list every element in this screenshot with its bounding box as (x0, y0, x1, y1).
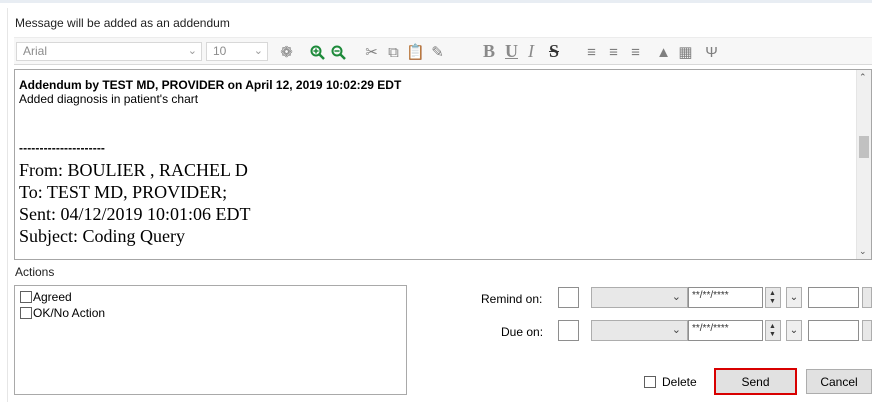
action-label: Agreed (33, 290, 72, 304)
italic-button[interactable]: I (528, 41, 534, 62)
strikethrough-button[interactable]: S (549, 41, 559, 62)
remind-checkbox[interactable] (558, 287, 579, 308)
addendum-header-line: Addendum by TEST MD, PROVIDER on April 1… (19, 78, 402, 92)
ok-no-action-checkbox[interactable] (20, 307, 32, 319)
cut-icon[interactable]: ✂ (362, 42, 381, 62)
due-time-input[interactable] (808, 320, 859, 341)
font-size-value: 10 (213, 44, 227, 58)
due-time-spinner[interactable] (862, 320, 872, 341)
due-date-input[interactable]: **/**/**** (688, 320, 763, 341)
scrollbar-thumb[interactable] (859, 136, 869, 158)
zoom-out-icon[interactable] (329, 42, 348, 62)
font-family-value: Arial (23, 44, 48, 58)
zoom-in-icon[interactable] (308, 42, 327, 62)
due-checkbox[interactable] (558, 320, 579, 341)
sent-line: Sent: 04/12/2019 10:01:06 EDT (19, 204, 251, 224)
chevron-down-icon: ⌄ (671, 291, 681, 303)
due-calendar-dropdown[interactable]: ⌄ (786, 320, 802, 341)
underline-button[interactable]: U (505, 41, 518, 62)
font-size-select[interactable]: 10 ⌄ (206, 42, 268, 61)
chevron-down-icon: ⌄ (253, 45, 263, 57)
to-line: To: TEST MD, PROVIDER; (19, 182, 228, 202)
due-select[interactable]: ⌄ (591, 320, 688, 341)
scroll-down-icon[interactable]: ⌄ (859, 246, 867, 257)
separator-line: --------------------- (19, 141, 106, 155)
actions-label: Actions (15, 265, 55, 279)
due-date-spinner[interactable]: ▲ ▼ (765, 320, 781, 341)
highlighter-icon[interactable]: ✎ (428, 42, 447, 62)
scroll-up-icon[interactable]: ⌃ (859, 72, 867, 83)
delete-option[interactable]: Delete (644, 375, 697, 389)
remind-on-label: Remind on: (481, 292, 543, 306)
top-border (0, 0, 872, 3)
chevron-down-icon: ⌄ (187, 45, 197, 57)
delete-checkbox[interactable] (644, 376, 656, 388)
send-button[interactable]: Send (714, 368, 797, 395)
remind-calendar-dropdown[interactable]: ⌄ (786, 287, 802, 308)
font-family-select[interactable]: Arial ⌄ (16, 42, 202, 61)
remind-time-spinner[interactable] (862, 287, 872, 308)
editor-scrollbar[interactable]: ⌃ ⌄ (856, 70, 871, 259)
editor-toolbar: Arial ⌄ 10 ⌄ ❁ ✂ ⧉ 📋 ✎ B U I S ≡ ≡ ≡ ▲ ▦… (14, 37, 872, 65)
bold-button[interactable]: B (483, 41, 495, 62)
insert-field-icon[interactable]: ▦ (676, 42, 695, 62)
subject-line: Subject: Coding Query (19, 226, 185, 246)
actions-list: Agreed OK/No Action (14, 285, 407, 395)
action-label: OK/No Action (33, 306, 106, 320)
due-on-label: Due on: (501, 325, 544, 339)
remind-date-input[interactable]: **/**/**** (688, 287, 763, 308)
symbol-icon[interactable]: Ψ (702, 42, 721, 62)
action-ok-no-action[interactable]: OK/No Action (20, 306, 406, 320)
cancel-button[interactable]: Cancel (806, 369, 872, 394)
agreed-checkbox[interactable] (20, 291, 32, 303)
remind-select[interactable]: ⌄ (591, 287, 688, 308)
delete-label: Delete (662, 375, 697, 389)
remind-time-input[interactable] (808, 287, 859, 308)
chevron-down-icon: ⌄ (671, 324, 681, 336)
align-right-icon[interactable]: ≡ (626, 42, 645, 62)
message-editor[interactable]: Addendum by TEST MD, PROVIDER on April 1… (14, 69, 872, 260)
addendum-hint: Message will be added as an addendum (15, 16, 230, 30)
remind-date-spinner[interactable]: ▲ ▼ (765, 287, 781, 308)
stamp-icon[interactable]: ▲ (654, 42, 673, 62)
paste-icon[interactable]: 📋 (406, 42, 425, 62)
from-line: From: BOULIER , RACHEL D (19, 160, 248, 180)
action-agreed[interactable]: Agreed (20, 290, 406, 304)
align-left-icon[interactable]: ≡ (582, 42, 601, 62)
copy-icon[interactable]: ⧉ (384, 42, 403, 62)
addendum-body-line: Added diagnosis in patient's chart (19, 92, 199, 106)
spellcheck-icon[interactable]: ❁ (277, 42, 296, 62)
left-border (7, 8, 8, 402)
align-center-icon[interactable]: ≡ (604, 42, 623, 62)
